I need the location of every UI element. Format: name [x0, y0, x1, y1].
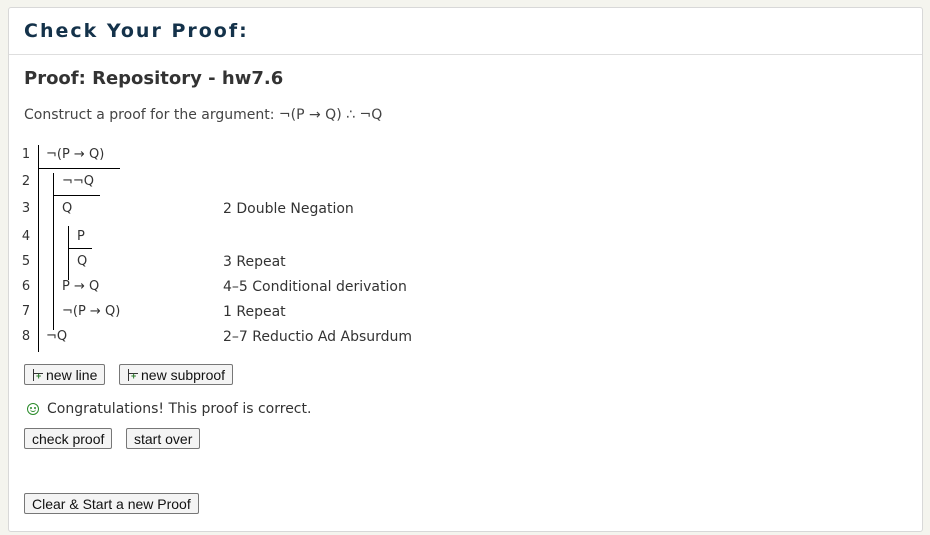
inner-assumption-divider — [68, 248, 92, 249]
subproof-scope-line — [53, 173, 54, 330]
clear-new-proof-button[interactable]: Clear & Start a new Proof — [24, 493, 199, 514]
proof-line-formula[interactable]: Q — [62, 201, 72, 216]
proof-line-justification[interactable]: 2 Double Negation — [223, 201, 354, 217]
main-scope-line — [38, 145, 39, 352]
line-number: 4 — [21, 229, 31, 244]
proof-line-formula[interactable]: ¬¬Q — [62, 174, 94, 189]
proof-line-formula[interactable]: P → Q — [62, 279, 99, 294]
smiley-icon — [27, 403, 39, 415]
new-subproof-icon: + — [127, 368, 138, 381]
proof-line-formula[interactable]: P — [77, 229, 85, 244]
line-number: 5 — [21, 254, 31, 269]
proof-title: Proof: Repository - hw7.6 — [24, 68, 284, 89]
new-subproof-label: new subproof — [141, 366, 226, 383]
new-line-button[interactable]: + new line — [24, 364, 106, 385]
proof-line-justification[interactable]: 3 Repeat — [223, 254, 286, 270]
card-title: Check Your Proof: — [9, 8, 922, 55]
new-line-icon: + — [32, 368, 43, 381]
line-number: 2 — [21, 174, 31, 189]
premise-divider — [38, 168, 120, 169]
proof-line-formula[interactable]: ¬(P → Q) — [62, 304, 120, 319]
new-line-label: new line — [46, 366, 98, 383]
instructions-text: Construct a proof for the argument: — [24, 107, 279, 123]
proof-line-formula[interactable]: ¬Q — [46, 329, 67, 344]
line-number: 6 — [21, 279, 31, 294]
proof-line-justification[interactable]: 1 Repeat — [223, 304, 286, 320]
inner-subproof-scope-line — [68, 226, 69, 280]
line-number: 1 — [21, 147, 31, 162]
check-proof-button[interactable]: check proof — [24, 428, 113, 449]
start-over-button[interactable]: start over — [126, 428, 201, 449]
status-text: Congratulations! This proof is correct. — [47, 401, 312, 417]
status-message: Congratulations! This proof is correct. — [27, 401, 311, 417]
argument-formula: ¬(P → Q) ∴ ¬Q — [278, 107, 383, 123]
line-number: 7 — [21, 304, 31, 319]
proof-line-formula[interactable]: ¬(P → Q) — [46, 147, 104, 162]
proof-checker-card: Check Your Proof: Proof: Repository - hw… — [8, 7, 923, 532]
subproof-assumption-divider — [53, 195, 100, 196]
new-subproof-button[interactable]: + new subproof — [119, 364, 234, 385]
proof-line-justification[interactable]: 4–5 Conditional derivation — [223, 279, 407, 295]
instructions: Construct a proof for the argument: ¬(P … — [24, 107, 382, 123]
line-number: 8 — [21, 329, 31, 344]
line-number: 3 — [21, 201, 31, 216]
proof-line-justification[interactable]: 2–7 Reductio Ad Absurdum — [223, 329, 412, 345]
proof-line-formula[interactable]: Q — [77, 254, 87, 269]
